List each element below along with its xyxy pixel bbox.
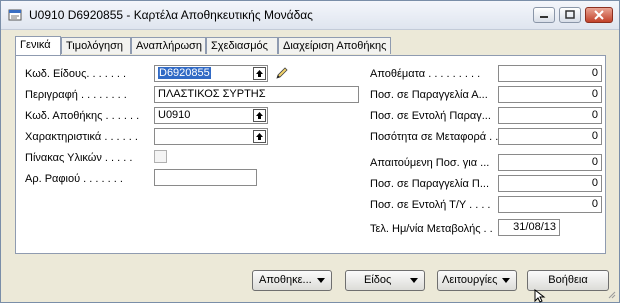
tab-label: Γενικά: [20, 39, 51, 51]
location-code-field[interactable]: U0910: [154, 107, 268, 124]
lookup-arrow-icon: [256, 112, 263, 119]
qty-on-purch-order-value: 0: [591, 88, 598, 100]
tab-invoicing[interactable]: Τιμολόγηση: [61, 37, 131, 54]
tab-replenishment[interactable]: Αναπλήρωση: [131, 37, 206, 54]
close-icon: [594, 10, 604, 20]
variant-lookup-button[interactable]: [253, 130, 266, 143]
last-date-modified-value: 31/08/13: [513, 221, 556, 233]
location-code-label: Κωδ. Αποθήκης . . . . . .: [25, 110, 140, 122]
help-button-label: Βοήθεια: [548, 274, 588, 286]
warehouse-menu-button[interactable]: Αποθηκε...: [252, 270, 332, 291]
dropdown-arrow-icon: [502, 278, 510, 283]
qty-on-service-order-field[interactable]: 0: [498, 196, 602, 213]
inventory-value: 0: [591, 67, 598, 79]
qty-on-component-lines-field[interactable]: 0: [498, 154, 602, 171]
functions-button-label: Λειτουργίες: [442, 274, 498, 286]
description-field[interactable]: ΠΛΑΣΤΙΚΟΣ ΣΥΡΤΗΣ: [154, 86, 359, 103]
item-sku-card-window: U0910 D6920855 - Καρτέλα Αποθηκευτικής Μ…: [0, 0, 620, 303]
qty-on-sales-order-label: Ποσ. σε Παραγγελία Π...: [370, 178, 490, 190]
item-no-lookup-button[interactable]: [253, 67, 266, 80]
qty-on-prod-order-value: 0: [591, 109, 598, 121]
title-bar[interactable]: U0910 D6920855 - Καρτέλα Αποθηκευτικής Μ…: [1, 1, 619, 30]
last-date-modified-label: Τελ. Ημ/νία Μεταβολής . .: [370, 223, 493, 235]
dropdown-arrow-icon: [410, 278, 418, 283]
description-label: Περιγραφή . . . . . . . .: [25, 89, 127, 101]
minimize-button[interactable]: [533, 7, 555, 23]
mouse-cursor-icon: [534, 289, 546, 303]
description-value: ΠΛΑΣΤΙΚΟΣ ΣΥΡΤΗΣ: [158, 88, 266, 100]
location-code-lookup-button[interactable]: [253, 109, 266, 122]
resize-grip-icon[interactable]: [606, 289, 616, 299]
item-no-label: Κωδ. Είδους. . . . . . .: [25, 68, 127, 80]
shelf-no-field[interactable]: [154, 169, 257, 186]
inventory-label: Αποθέματα . . . . . . . . .: [370, 68, 481, 80]
tab-label: Σχεδιασμός: [211, 40, 268, 52]
qty-on-prod-order-field[interactable]: 0: [498, 107, 602, 124]
qty-on-service-order-label: Ποσ. σε Εντολή Τ/Υ . . . .: [370, 199, 491, 211]
help-button[interactable]: Βοήθεια: [527, 270, 609, 291]
qty-on-purch-order-label: Ποσ. σε Παραγγελία Α...: [370, 89, 488, 101]
qty-on-sales-order-value: 0: [591, 177, 598, 189]
qty-in-transit-field[interactable]: 0: [498, 128, 602, 145]
shelf-no-label: Αρ. Ραφιού . . . . . . .: [25, 173, 123, 185]
lookup-arrow-icon: [256, 70, 263, 77]
app-icon: [8, 9, 22, 21]
qty-on-prod-order-label: Ποσ. σε Εντολή Παραγ...: [370, 110, 491, 122]
maximize-button[interactable]: [559, 7, 581, 23]
general-tab-panel: Κωδ. Είδους. . . . . . . D6920855 Περιγρ…: [15, 55, 606, 254]
close-button[interactable]: [585, 7, 613, 23]
tab-warehouse-management[interactable]: Διαχείριση Αποθήκης: [278, 37, 391, 54]
variant-label: Χαρακτηριστικά . . . . . .: [25, 131, 138, 143]
maximize-icon: [565, 10, 575, 19]
qty-on-component-lines-value: 0: [591, 156, 598, 168]
variant-field[interactable]: [154, 128, 268, 145]
qty-on-purch-order-field[interactable]: 0: [498, 86, 602, 103]
qty-in-transit-label: Ποσότητα σε Μεταφορά . .: [370, 131, 499, 143]
tab-label: Τιμολόγηση: [66, 40, 123, 52]
window-title: U0910 D6920855 - Καρτέλα Αποθηκευτικής Μ…: [29, 8, 313, 22]
functions-menu-button[interactable]: Λειτουργίες: [437, 270, 517, 291]
qty-on-sales-order-field[interactable]: 0: [498, 175, 602, 192]
bom-checkbox[interactable]: [154, 150, 167, 163]
item-no-field[interactable]: D6920855: [154, 65, 268, 82]
dropdown-arrow-icon: [317, 278, 325, 283]
item-no-value: D6920855: [158, 67, 211, 79]
minimize-icon: [540, 16, 548, 18]
tab-label: Αναπλήρωση: [136, 40, 202, 52]
item-menu-button[interactable]: Είδος: [345, 270, 425, 291]
lookup-arrow-icon: [256, 133, 263, 140]
edit-pencil-icon[interactable]: [274, 65, 290, 81]
tab-planning[interactable]: Σχεδιασμός: [206, 37, 278, 54]
tab-general[interactable]: Γενικά: [15, 36, 61, 55]
location-code-value: U0910: [158, 109, 191, 121]
qty-on-service-order-value: 0: [591, 198, 598, 210]
bom-label: Πίνακας Υλικών . . . . .: [25, 152, 133, 164]
warehouse-button-label: Αποθηκε...: [259, 274, 312, 286]
tab-label: Διαχείριση Αποθήκης: [283, 40, 387, 52]
inventory-field[interactable]: 0: [498, 65, 602, 82]
qty-in-transit-value: 0: [591, 130, 598, 142]
item-button-label: Είδος: [364, 274, 392, 286]
qty-on-component-lines-label: Απαιτούμενη Ποσ. για ...: [370, 157, 490, 169]
last-date-modified-field[interactable]: 31/08/13: [498, 219, 560, 236]
